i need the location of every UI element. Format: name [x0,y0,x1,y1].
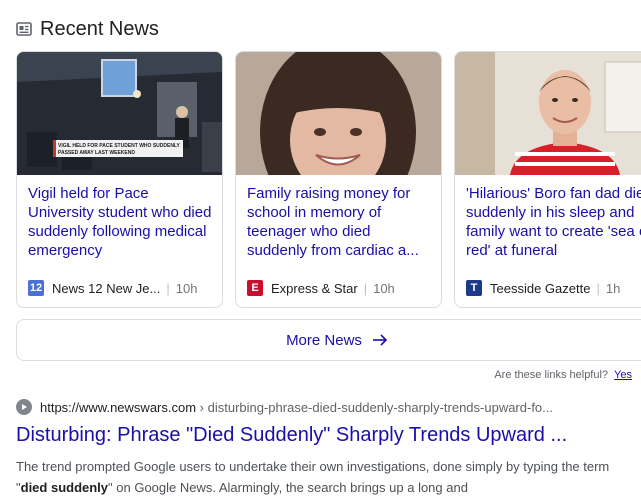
news-source: 12 News 12 New Je... | 10h [28,280,214,296]
news-card[interactable]: 'Hilarious' Boro fan dad dies suddenly i… [454,51,641,308]
news-thumbnail: VIGIL HELD FOR PACE STUDENT WHO SUDDENLY… [17,52,222,175]
separator: | [363,280,368,296]
published-time: 10h [175,280,198,296]
express-star-logo-icon: E [247,280,263,296]
published-time: 1h [605,280,621,296]
news-card[interactable]: VIGIL HELD FOR PACE STUDENT WHO SUDDENLY… [16,51,223,308]
source-name: Express & Star [271,280,358,296]
newspaper-icon [16,22,32,36]
recent-news-header: Recent News [16,16,159,42]
section-title: Recent News [40,17,159,40]
separator: | [166,280,170,296]
news-thumbnail [455,52,641,175]
news12-logo-icon: 12 [28,280,44,296]
separator: | [596,280,600,296]
arrow-right-icon [372,334,388,346]
result-snippet: The trend prompted Google users to under… [16,456,641,498]
feedback-yes-link[interactable]: Yes [614,369,632,381]
more-news-button[interactable]: More News [16,319,641,361]
source-name: Teesside Gazette [490,280,591,296]
snippet-text-continued: " on Google News. Alarmingly, the search… [108,480,468,495]
result-path: › disturbing-phrase-died-suddenly-sharpl… [199,399,554,415]
result-title-link[interactable]: Disturbing: Phrase "Died Suddenly" Sharp… [16,423,641,447]
news-headline[interactable]: 'Hilarious' Boro fan dad dies suddenly i… [466,184,641,260]
teesside-gazette-logo-icon: T [466,280,482,296]
feedback-question: Are these links helpful? [494,369,609,381]
news-headline[interactable]: Family raising money for school in memor… [247,184,433,260]
snippet-highlight: died suddenly [20,480,109,495]
result-url[interactable]: https://www.newswars.com › disturbing-ph… [16,399,641,415]
result-domain: https://www.newswars.com [40,399,197,415]
news-card[interactable]: Family raising money for school in memor… [235,51,442,308]
search-result: https://www.newswars.com › disturbing-ph… [16,399,641,498]
more-news-label: More News [286,331,362,349]
news-headline[interactable]: Vigil held for Pace University student w… [28,184,214,260]
source-name: News 12 New Je... [52,280,161,296]
thumbnail-caption-line2: PASSED AWAY LAST WEEKEND [58,150,135,156]
feedback-prompt: Are these links helpful? Yes [494,369,632,381]
site-favicon-icon [16,399,32,415]
news-source: T Teesside Gazette | 1h [466,280,641,296]
published-time: 10h [373,280,395,296]
news-thumbnail [236,52,441,175]
thumbnail-caption: VIGIL HELD FOR PACE STUDENT WHO SUDDENLY [58,143,181,149]
news-source: E Express & Star | 10h [247,280,433,296]
